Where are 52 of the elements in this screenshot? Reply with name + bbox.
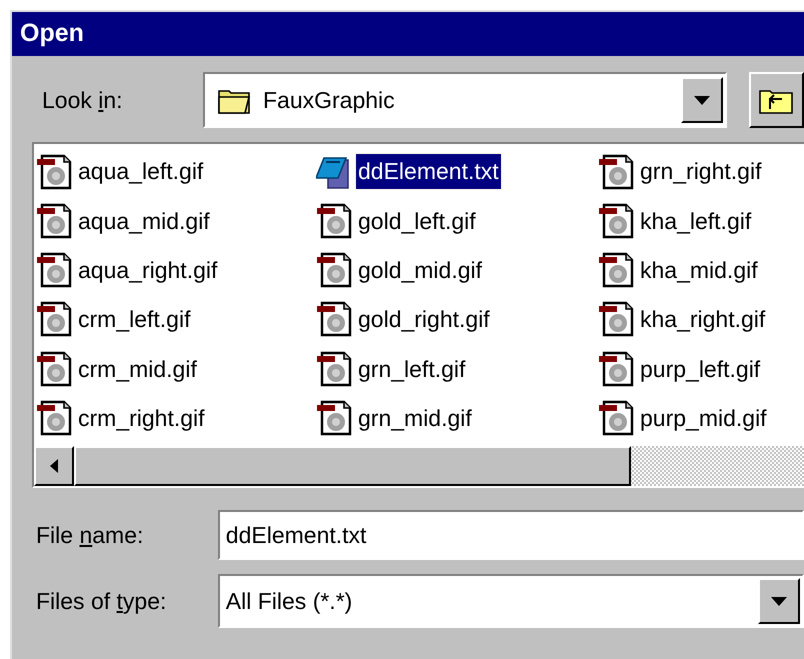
- file-name[interactable]: gold_mid.gif: [356, 252, 484, 288]
- image-file-icon: [36, 202, 72, 239]
- file-name[interactable]: aqua_left.gif: [76, 154, 206, 189]
- image-file-icon: [36, 400, 72, 436]
- file-name[interactable]: gold_right.gif: [356, 302, 492, 337]
- image-file-icon: [316, 252, 352, 288]
- scroll-left-button[interactable]: [34, 446, 74, 486]
- file-name[interactable]: aqua_mid.gif: [76, 204, 212, 238]
- file-name[interactable]: kha_mid.gif: [638, 252, 760, 288]
- image-file-icon: [598, 301, 634, 338]
- file-name[interactable]: ddElement.txt: [356, 154, 501, 189]
- left-arrow-icon: [50, 459, 58, 473]
- image-file-icon: [36, 301, 72, 338]
- file-type-label: Files of type:: [36, 588, 166, 614]
- file-name[interactable]: crm_mid.gif: [76, 352, 199, 386]
- file-name[interactable]: purp_left.gif: [638, 352, 762, 386]
- file-name[interactable]: crm_right.gif: [76, 400, 207, 436]
- file-name[interactable]: purp_mid.gif: [638, 400, 769, 436]
- dropdown-arrow-icon: [771, 596, 787, 606]
- image-file-icon: [316, 400, 352, 436]
- scroll-thumb[interactable]: [74, 446, 631, 486]
- file-name[interactable]: kha_left.gif: [638, 204, 754, 238]
- image-file-icon: [598, 400, 634, 436]
- file-name[interactable]: aqua_right.gif: [76, 252, 220, 288]
- file-name[interactable]: grn_mid.gif: [356, 400, 474, 436]
- image-file-icon: [598, 202, 634, 239]
- dropdown-button[interactable]: [758, 578, 800, 624]
- image-file-icon: [36, 252, 72, 288]
- image-file-icon: [598, 252, 634, 288]
- look-in-label: Look in:: [42, 86, 123, 113]
- image-file-icon: [36, 154, 72, 190]
- file-name[interactable]: grn_left.gif: [356, 352, 468, 386]
- file-name[interactable]: kha_right.gif: [638, 302, 768, 337]
- file-name[interactable]: gold_left.gif: [356, 204, 478, 238]
- file-name[interactable]: grn_right.gif: [638, 154, 764, 189]
- image-file-icon: [316, 202, 352, 239]
- folder-name: FauxGraphic: [262, 86, 396, 115]
- file-type-dropdown[interactable]: All Files (*.*): [218, 574, 804, 628]
- window-title: Open: [20, 18, 84, 50]
- file-type-value: All Files (*.*): [226, 586, 354, 616]
- file-name[interactable]: crm_left.gif: [76, 302, 192, 337]
- image-file-icon: [36, 350, 72, 387]
- file-name-field[interactable]: ddElement.txt: [218, 510, 804, 560]
- image-file-icon: [598, 350, 634, 387]
- dropdown-button[interactable]: [680, 77, 723, 123]
- image-file-icon: [316, 301, 352, 338]
- up-folder-button[interactable]: [748, 72, 804, 128]
- image-file-icon: [316, 350, 352, 387]
- file-name-label: File name:: [36, 522, 144, 548]
- dropdown-arrow-icon: [694, 96, 710, 104]
- look-in-dropdown[interactable]: FauxGraphic: [202, 72, 727, 128]
- image-file-icon: [598, 154, 634, 190]
